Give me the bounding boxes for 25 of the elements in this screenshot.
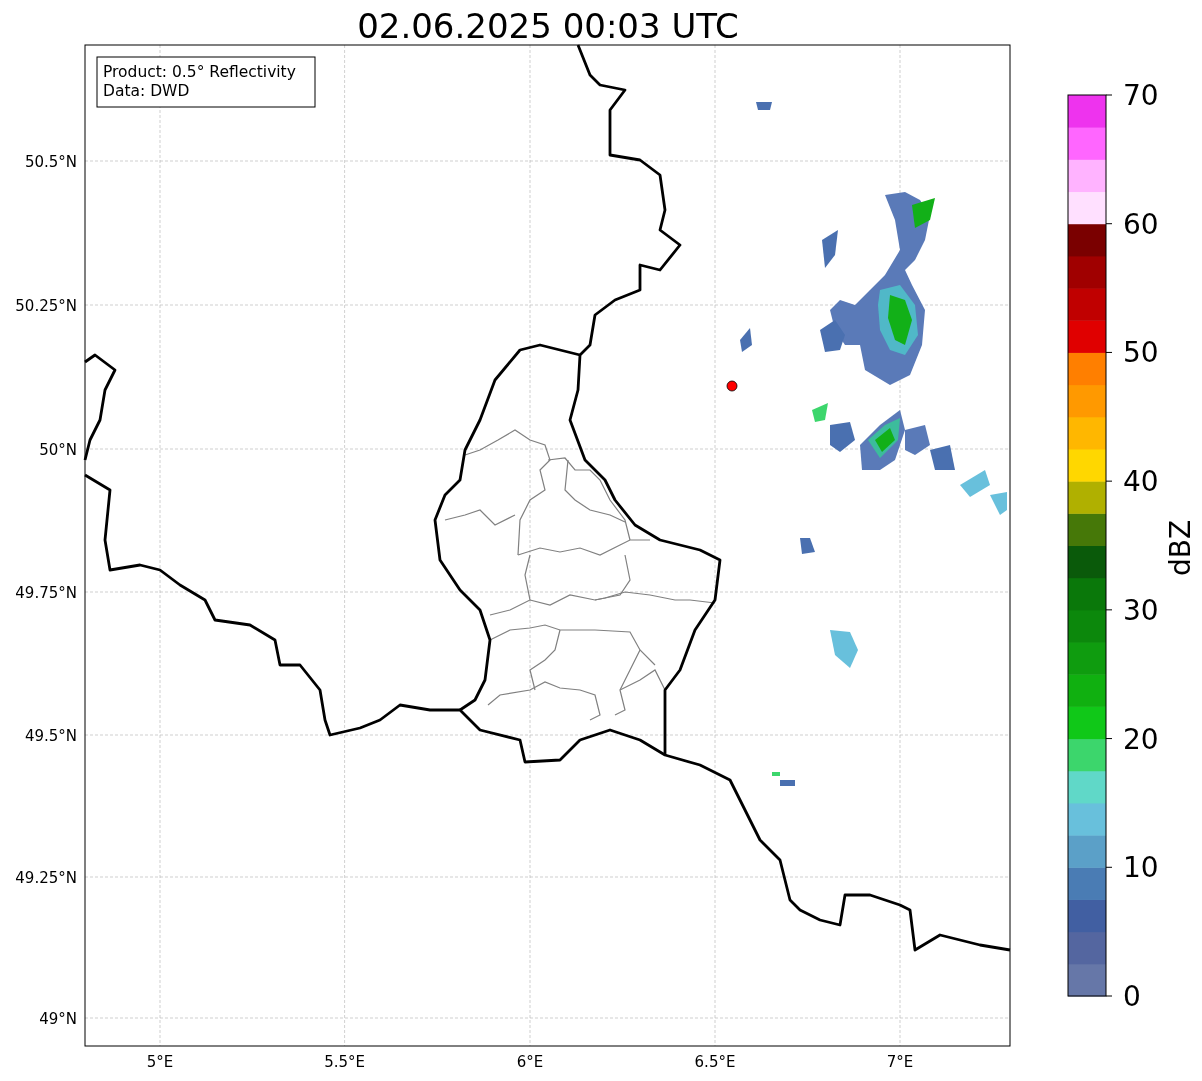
colorbar-tick-label: 10 — [1123, 851, 1159, 885]
latitude-label: 50°N — [39, 441, 77, 459]
colorbar-tick-label: 20 — [1123, 722, 1159, 756]
colorbar-tick-label: 50 — [1123, 336, 1159, 370]
colorbar-tick-label: 70 — [1123, 79, 1159, 112]
radar-site-marker — [726, 380, 738, 392]
latitude-label: 49.5°N — [24, 727, 77, 745]
longitude-label: 6°E — [516, 1053, 544, 1071]
longitude-label: 5.5°E — [324, 1053, 365, 1071]
colorbar-tick-label: 40 — [1123, 465, 1159, 499]
latitude-label: 49.25°N — [15, 869, 77, 887]
latitude-label: 50.25°N — [15, 297, 77, 315]
legend-text: Data: DWD — [103, 82, 190, 100]
longitude-label: 5°E — [146, 1053, 174, 1071]
colorbar-tick-label: 30 — [1123, 593, 1159, 627]
legend-text: Product: 0.5° Reflectivity — [103, 63, 296, 81]
colorbar-label: dBZ — [1164, 519, 1197, 577]
longitude-label: 6.5°E — [694, 1053, 736, 1071]
latitude-label: 50.5°N — [24, 153, 77, 171]
latitude-label: 49.75°N — [15, 584, 77, 602]
chart-title: 02.06.2025 00:03 UTC — [357, 6, 739, 46]
colorbar-tick-label: 60 — [1123, 207, 1159, 241]
longitude-label: 7°E — [886, 1053, 914, 1071]
colorbar-tick-label: 0 — [1123, 980, 1141, 1013]
latitude-label: 49°N — [39, 1010, 77, 1028]
